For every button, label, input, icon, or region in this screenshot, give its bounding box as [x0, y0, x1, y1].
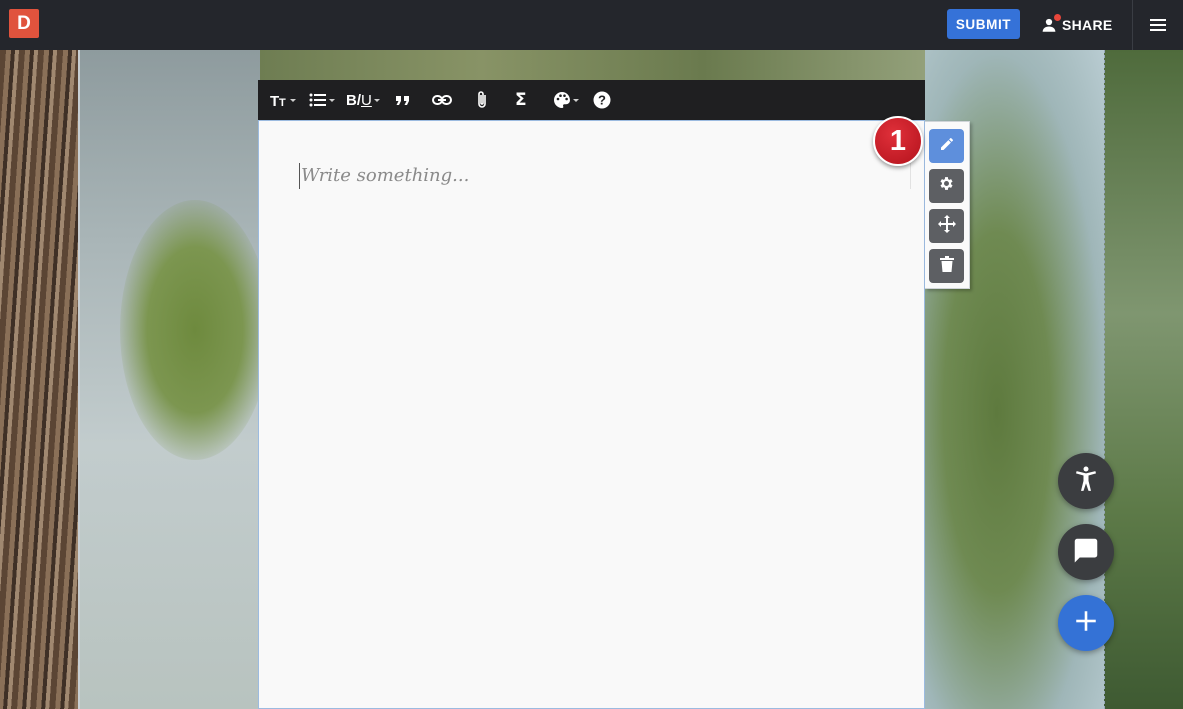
- move-icon: [937, 214, 956, 238]
- block-settings-button[interactable]: [929, 169, 964, 203]
- accessibility-icon: [1071, 464, 1101, 499]
- chevron-down-icon: [290, 98, 296, 102]
- color-button[interactable]: [553, 88, 579, 112]
- svg-text:T: T: [270, 93, 279, 107]
- chevron-down-icon: [373, 98, 380, 102]
- svg-text:?: ?: [598, 93, 606, 108]
- attachment-icon: [476, 90, 488, 110]
- text-size-button[interactable]: TT: [270, 88, 296, 112]
- bold-underline-icon: B/U: [346, 91, 372, 109]
- hamburger-menu-icon[interactable]: [1148, 15, 1168, 35]
- trash-icon: [939, 255, 954, 277]
- delete-block-button[interactable]: [929, 249, 964, 283]
- editor-toolbar: TT B/U Σ ?: [258, 80, 925, 120]
- gear-icon: [938, 175, 955, 197]
- list-icon: [309, 93, 327, 107]
- help-button[interactable]: ?: [593, 88, 611, 112]
- palette-icon: [553, 91, 571, 109]
- share-label: SHARE: [1062, 17, 1113, 33]
- link-icon: [432, 94, 452, 106]
- list-button[interactable]: [309, 88, 335, 112]
- app-logo[interactable]: D: [9, 9, 39, 38]
- link-button[interactable]: [432, 88, 452, 112]
- step-callout-badge: 1: [873, 116, 923, 166]
- quote-icon: [395, 93, 411, 107]
- chevron-down-icon: [573, 98, 579, 102]
- user-icon: [1040, 14, 1061, 34]
- quote-button[interactable]: [395, 88, 411, 112]
- help-icon: ?: [593, 91, 611, 109]
- bold-underline-button[interactable]: B/U: [346, 88, 380, 112]
- pencil-icon: [939, 136, 955, 157]
- svg-text:T: T: [279, 97, 286, 107]
- accessibility-button[interactable]: [1058, 453, 1114, 509]
- sigma-icon: Σ: [515, 90, 527, 110]
- text-size-icon: TT: [270, 93, 288, 107]
- tree-trunk: [0, 50, 80, 709]
- edit-block-button[interactable]: [929, 129, 964, 163]
- formula-button[interactable]: Σ: [515, 88, 527, 112]
- chevron-down-icon: [329, 98, 335, 102]
- editor-placeholder[interactable]: Write something...: [299, 163, 909, 189]
- tree-foliage: [120, 200, 270, 460]
- add-block-button[interactable]: [1058, 595, 1114, 651]
- text-editor[interactable]: Write something...: [258, 120, 925, 709]
- submit-button[interactable]: SUBMIT: [947, 9, 1020, 39]
- share-button[interactable]: SHARE: [1040, 13, 1113, 37]
- editor-margin-line: [910, 163, 911, 189]
- chat-icon: [1071, 535, 1101, 570]
- header-divider: [1132, 0, 1133, 50]
- move-block-button[interactable]: [929, 209, 964, 243]
- chat-button[interactable]: [1058, 524, 1114, 580]
- block-tools-panel: [925, 121, 970, 289]
- forest-canopy: [260, 50, 925, 80]
- top-bar: D SUBMIT SHARE: [0, 0, 1183, 50]
- attachment-button[interactable]: [476, 88, 488, 112]
- notification-dot: [1054, 14, 1061, 21]
- background-panel-right: [1104, 50, 1183, 709]
- plus-icon: [1073, 608, 1099, 639]
